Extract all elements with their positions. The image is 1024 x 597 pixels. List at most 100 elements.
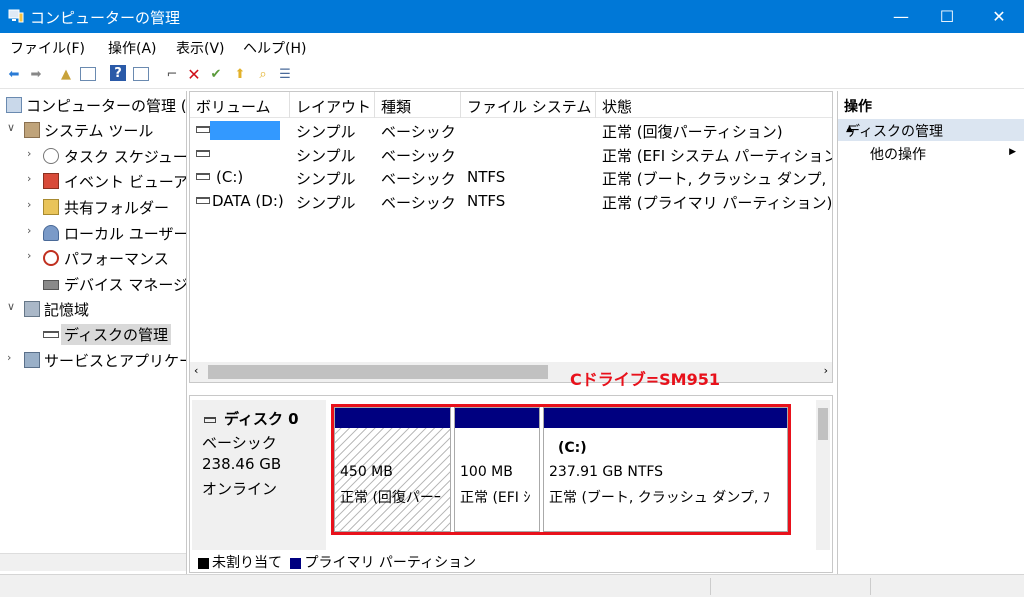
- volume-icon: [196, 126, 210, 133]
- computer-management-icon: [6, 97, 22, 113]
- status-cell: 正常 (EFI システム パーティション: [602, 147, 832, 165]
- chevron-right-icon[interactable]: ›: [7, 351, 19, 364]
- chevron-down-icon[interactable]: ∨: [7, 121, 19, 134]
- layout-cell: シンプル: [296, 170, 356, 188]
- tree-item-event-viewer[interactable]: › イベント ビューア: [0, 169, 186, 193]
- column-header-status[interactable]: 状態: [596, 92, 832, 118]
- type-cell: ベーシック: [381, 194, 456, 212]
- help-icon[interactable]: ?: [110, 65, 126, 81]
- up-folder-icon[interactable]: ▲: [57, 65, 75, 83]
- tree-item-services-apps[interactable]: › サービスとアプリケー: [0, 348, 186, 372]
- tree-item-local-users[interactable]: › ローカル ユーザー: [0, 221, 186, 245]
- chevron-right-icon[interactable]: ›: [27, 147, 39, 160]
- action-more-actions[interactable]: 他の操作: [870, 144, 926, 164]
- layout-cell: シンプル: [296, 147, 356, 165]
- forward-icon[interactable]: ➡: [27, 65, 45, 83]
- partition-recovery[interactable]: 450 MB 正常 (回復パーｰ: [334, 407, 451, 532]
- services-icon: [24, 352, 40, 368]
- show-hide-action-pane-icon[interactable]: [133, 67, 149, 81]
- storage-icon: [24, 301, 40, 317]
- disk-state: オンライン: [202, 480, 278, 498]
- scroll-left-icon[interactable]: ‹: [194, 364, 198, 377]
- menu-bar: ファイル(F) 操作(A) 表示(V) ヘルプ(H): [0, 33, 1024, 61]
- status-cell: 正常 (ブート, クラッシュ ダンプ, ﾌ: [602, 170, 832, 188]
- tree-item-disk-management[interactable]: ディスクの管理: [0, 322, 186, 346]
- disk-size: 238.46 GB: [202, 455, 282, 473]
- action-section-disk-management[interactable]: ディスクの管理 ▲: [838, 119, 1024, 141]
- tools-icon: [24, 122, 40, 138]
- list-view-icon[interactable]: ☰: [276, 65, 294, 83]
- show-hide-tree-icon[interactable]: [80, 67, 96, 81]
- table-row[interactable]: シンプル ベーシック 正常 (回復パーティション): [190, 119, 832, 142]
- minimize-button[interactable]: —: [878, 0, 924, 33]
- tree-horizontal-scrollbar[interactable]: [0, 553, 186, 571]
- scroll-right-icon[interactable]: ›: [824, 364, 828, 377]
- tree-item-performance[interactable]: › パフォーマンス: [0, 246, 186, 270]
- submenu-arrow-icon[interactable]: ▶: [1009, 147, 1016, 157]
- table-row[interactable]: (C:) シンプル ベーシック NTFS 正常 (ブート, クラッシュ ダンプ,…: [190, 166, 832, 189]
- title-bar: コンピューターの管理 — ☐ ✕: [0, 0, 1024, 33]
- volume-icon: [196, 197, 210, 204]
- volume-list-horizontal-scrollbar[interactable]: ‹ ›: [190, 362, 832, 382]
- scrollbar-thumb[interactable]: [208, 365, 548, 379]
- volume-name-cell: (C:): [216, 168, 244, 186]
- close-button[interactable]: ✕: [976, 0, 1022, 33]
- partition-map-highlight: 450 MB 正常 (回復パーｰ 100 MB 正常 (EFI ｼ (C:) 2…: [331, 404, 791, 535]
- partition-c[interactable]: (C:) 237.91 GB NTFS 正常 (ブート, クラッシュ ダンプ, …: [543, 407, 788, 532]
- tree-item-storage[interactable]: ∨ 記憶域: [0, 297, 186, 321]
- clock-icon: [43, 148, 59, 164]
- layout-cell: シンプル: [296, 194, 356, 212]
- column-header-type[interactable]: 種類: [375, 92, 461, 118]
- type-cell: ベーシック: [381, 147, 456, 165]
- status-cell: 正常 (回復パーティション): [602, 123, 783, 141]
- menu-action[interactable]: 操作(A): [108, 38, 157, 58]
- toolbar: ⬅ ➡ ▲ ? ⌐ ✕ ✔ ⬆ ⌕ ☰: [0, 61, 1024, 89]
- connect-icon[interactable]: ⌐: [163, 65, 181, 83]
- disk-name: ディスク 0: [204, 408, 299, 429]
- chevron-right-icon[interactable]: ›: [27, 172, 39, 185]
- column-header-volume[interactable]: ボリューム: [190, 92, 290, 118]
- table-row[interactable]: シンプル ベーシック 正常 (EFI システム パーティション: [190, 143, 832, 166]
- back-icon[interactable]: ⬅: [5, 65, 23, 83]
- legend-swatch-primary: [290, 557, 302, 569]
- scrollbar-thumb[interactable]: [818, 408, 828, 440]
- volume-name-cell: [210, 121, 280, 140]
- legend-label-primary: プライマリ パーティション: [304, 555, 477, 571]
- status-cell: 正常 (プライマリ パーティション): [602, 194, 832, 212]
- collapse-icon[interactable]: ▲: [846, 124, 1018, 134]
- table-row[interactable]: DATA (D:) シンプル ベーシック NTFS 正常 (プライマリ パーティ…: [190, 190, 832, 213]
- window-title: コンピューターの管理: [30, 9, 181, 27]
- maximize-button[interactable]: ☐: [924, 0, 970, 33]
- tree-item-computer-management[interactable]: コンピューターの管理 (: [0, 93, 186, 117]
- filesystem-cell: NTFS: [467, 168, 506, 186]
- volume-list: ボリューム レイアウト 種類 ファイル システム 状態 シンプル ベーシック 正…: [189, 91, 833, 389]
- legend: 未割り当て プライマリ パーティション: [192, 552, 832, 572]
- column-header-filesystem[interactable]: ファイル システム: [461, 92, 596, 118]
- action-pane-header: 操作: [844, 99, 872, 115]
- tree-item-system-tools[interactable]: ∨ システム ツール: [0, 118, 186, 142]
- computer-management-icon: [8, 9, 24, 23]
- menu-help[interactable]: ヘルプ(H): [243, 38, 306, 58]
- disk-map-vertical-scrollbar[interactable]: [816, 400, 830, 550]
- performance-icon: [43, 250, 59, 266]
- properties-icon[interactable]: ✔: [207, 65, 225, 83]
- type-cell: ベーシック: [381, 170, 456, 188]
- legend-swatch-unallocated: [198, 557, 209, 569]
- chevron-down-icon[interactable]: ∨: [7, 300, 19, 313]
- legend-label-unallocated: 未割り当て: [212, 555, 282, 571]
- chevron-right-icon[interactable]: ›: [27, 198, 39, 211]
- partition-efi[interactable]: 100 MB 正常 (EFI ｼ: [454, 407, 540, 532]
- tree-item-shared-folders[interactable]: › 共有フォルダー: [0, 195, 186, 219]
- disk-info[interactable]: ディスク 0 ベーシック 238.46 GB オンライン: [192, 400, 326, 550]
- chevron-right-icon[interactable]: ›: [27, 224, 39, 237]
- folder-up-icon[interactable]: ⬆: [231, 65, 249, 83]
- event-viewer-icon: [43, 173, 59, 189]
- search-folder-icon[interactable]: ⌕: [254, 65, 272, 83]
- menu-file[interactable]: ファイル(F): [10, 38, 85, 58]
- chevron-right-icon[interactable]: ›: [27, 249, 39, 262]
- menu-view[interactable]: 表示(V): [176, 38, 225, 58]
- delete-icon[interactable]: ✕: [185, 65, 203, 84]
- tree-item-device-manager[interactable]: デバイス マネージ: [0, 272, 186, 296]
- column-header-layout[interactable]: レイアウト: [290, 92, 375, 118]
- tree-item-task-scheduler[interactable]: › タスク スケジュー: [0, 144, 186, 168]
